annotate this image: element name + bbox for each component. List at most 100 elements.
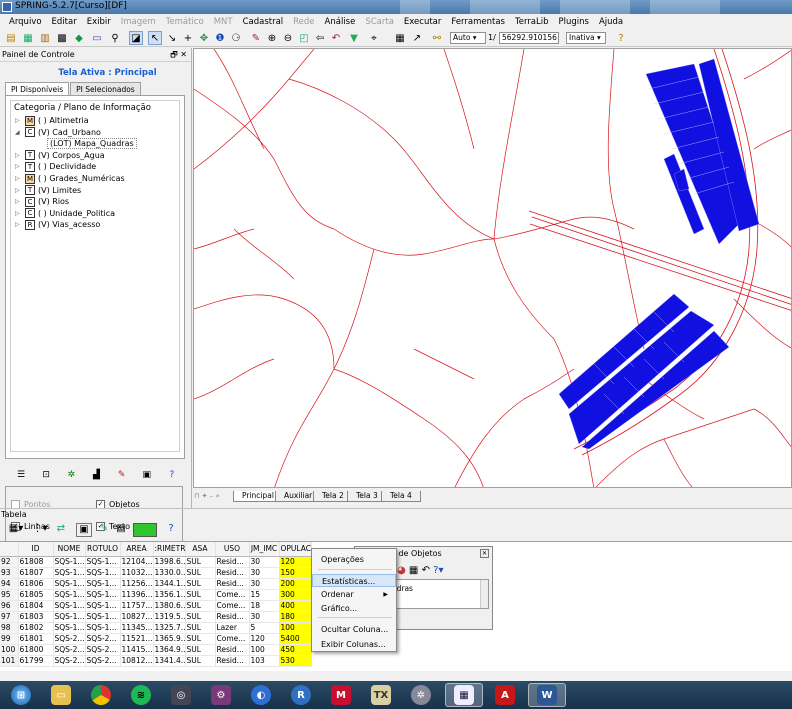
grid-view-icon[interactable]: ▣ [76, 523, 92, 537]
table-row[interactable]: 94 61806 SQS-1... SQS-1... 11256... 1344.1...… [0, 578, 312, 590]
menu-ajuda[interactable]: Ajuda [594, 17, 628, 27]
pen-icon[interactable]: ✎ [97, 523, 111, 537]
scale-input[interactable]: 56292.910156 [499, 32, 559, 44]
menu-terralib[interactable]: TerraLib [510, 17, 554, 27]
context-menu-item[interactable]: Operações [312, 553, 396, 566]
pointer-plus-icon[interactable]: ↗ [410, 31, 424, 45]
table-row[interactable]: 101 61799 SQS-2... SQS-2... 10812... 1341.4..… [0, 655, 312, 667]
zoom-out-icon[interactable]: ⊖ [281, 31, 295, 45]
link-icon[interactable]: ⚯ [430, 31, 444, 45]
tree-item[interactable]: ▷ M( ) Grades_Numéricas [15, 173, 125, 184]
properties-icon[interactable]: ▣ [140, 470, 154, 482]
scrollbar[interactable] [480, 580, 488, 608]
help-panel-icon[interactable]: ? [165, 470, 179, 482]
menu-rede[interactable]: Rede [288, 17, 319, 27]
eraser-icon[interactable]: ◆ [72, 31, 86, 45]
table-row[interactable]: 98 61802 SQS-1... SQS-1... 11345... 1325.7...… [0, 622, 312, 634]
column-header[interactable]: AREA [120, 542, 154, 557]
tree-item[interactable]: ◢ C (V) Cad_Urbano [15, 127, 101, 138]
table-icon[interactable]: ▦ [409, 565, 418, 576]
expand-icon[interactable]: ▷ [15, 163, 25, 170]
undo-icon[interactable]: ↶ [422, 565, 430, 576]
measure-icon[interactable]: ⚆ [229, 31, 243, 45]
chart-icon[interactable]: ▟ [89, 470, 103, 482]
panel-close-icon[interactable]: 🗗 ✕ [170, 48, 187, 62]
tool-icon[interactable]: ⚲ [108, 31, 122, 45]
tree-item[interactable]: ▷ C( ) Unidade_Politica [15, 208, 115, 219]
draw-mode-icon[interactable]: ◪ [129, 31, 143, 45]
scale-mode-select[interactable]: Auto ▾ [450, 32, 486, 44]
grid-icon[interactable]: ▩ [55, 31, 69, 45]
table-icon[interactable]: ▦ [393, 31, 407, 45]
database-icon[interactable]: ▤ [4, 31, 18, 45]
pan-icon[interactable]: ✥ [197, 31, 211, 45]
edit-icon[interactable]: ✎ [115, 470, 129, 482]
expand-icon[interactable]: ▷ [15, 175, 25, 182]
visual-icon[interactable]: ✲ [64, 470, 78, 482]
context-menu-item[interactable]: Gráfico... [312, 602, 396, 615]
tab-tela-4[interactable]: Tela 4 [381, 491, 421, 502]
expand-icon[interactable]: ▷ [15, 187, 25, 194]
table-row[interactable]: 99 61801 SQS-2... SQS-2... 11521... 1365.9...… [0, 633, 312, 645]
layers-icon[interactable]: ▥ [38, 31, 52, 45]
expand-icon[interactable]: ▷ [15, 198, 25, 205]
context-menu-item[interactable]: Ordenar ▶ [312, 588, 396, 601]
tree-item[interactable]: ▷ C (V) Rios [15, 196, 69, 207]
menu-mnt[interactable]: MNT [209, 17, 238, 27]
tree-item[interactable]: ▷ M( ) Altimetria [15, 115, 89, 126]
taskbar-acrobat[interactable]: A [486, 683, 524, 707]
tab-selected[interactable]: PI Selecionados [70, 82, 141, 96]
state-select[interactable]: Inativa ▾ [566, 32, 606, 44]
column-header[interactable]: USO [215, 542, 250, 557]
map-canvas[interactable] [193, 48, 792, 488]
swap-icon[interactable]: ⇄ [54, 523, 68, 537]
info-icon[interactable]: ❶ [213, 31, 227, 45]
menu-exibir[interactable]: Exibir [82, 17, 116, 27]
table-row[interactable]: 100 61800 SQS-2... SQS-2... 11415... 1364.9..… [0, 644, 312, 656]
table-options-icon[interactable]: ▦▾ [6, 523, 26, 537]
table-row[interactable]: 92 61808 SQS-1... SQS-1... 12104... 1398.6...… [0, 556, 312, 568]
undo-icon[interactable]: ↶ [329, 31, 343, 45]
taskbar-manager[interactable]: ✲ [402, 683, 440, 707]
context-menu-item[interactable]: Exibir Colunas... [312, 638, 396, 651]
expand-icon[interactable]: ▷ [15, 221, 25, 228]
taskbar-tex[interactable]: TX [362, 683, 400, 707]
table-row[interactable]: 95 61805 SQS-1... SQS-1... 11396... 1356.1...… [0, 589, 312, 601]
project-icon[interactable]: ▦ [21, 31, 35, 45]
columns-icon[interactable]: ⋮▾ [30, 523, 50, 537]
tab-available[interactable]: PI Disponíveis [5, 82, 70, 96]
taskbar-app[interactable]: ◎ [162, 683, 200, 707]
zoom-in-icon[interactable]: ⊕ [265, 31, 279, 45]
taskbar-mapper[interactable]: M [322, 683, 360, 707]
filter-icon[interactable]: ⌖ [367, 31, 381, 45]
tree-item[interactable]: ▷ R (V) Vias_acesso [15, 219, 100, 230]
layers-down-icon[interactable]: ▼ [347, 31, 361, 45]
tree-item[interactable]: (LOT) Mapa_Quadras [47, 138, 137, 150]
pie-icon[interactable]: ◕ [397, 565, 406, 576]
map-tab-nav[interactable]: ⊓ ✦ – » [194, 492, 220, 500]
pencil-icon[interactable]: ✎ [249, 31, 263, 45]
table-row[interactable]: 96 61804 SQS-1... SQS-1... 11757... 1380.6...… [0, 600, 312, 612]
color-select[interactable] [133, 523, 157, 537]
menu-executar[interactable]: Executar [399, 17, 446, 27]
column-header[interactable]: JM_IMC [249, 542, 280, 557]
tree-item[interactable]: ▷ T (V) Corpos_Agua [15, 150, 105, 161]
column-header[interactable]: NOME [53, 542, 86, 557]
back-icon[interactable]: ⇦ [313, 31, 327, 45]
taskbar-r[interactable]: R [282, 683, 320, 707]
column-header[interactable]: ASA [185, 542, 216, 557]
menu-editar[interactable]: Editar [47, 17, 82, 27]
info-cursor-icon[interactable]: ↘ [165, 31, 179, 45]
expand-icon[interactable]: ▷ [15, 117, 25, 124]
close-icon[interactable]: ✕ [480, 549, 489, 558]
menu-cadastral[interactable]: Cadastral [238, 17, 289, 27]
table-row[interactable]: 93 61807 SQS-1... SQS-1... 11032... 1330.0...… [0, 567, 312, 579]
tree-item[interactable]: ▷ T( ) Declividade [15, 161, 96, 172]
zoom-layer-icon[interactable]: ⊡ [39, 470, 53, 482]
table-help-icon[interactable]: ? [164, 523, 178, 537]
menu-arquivo[interactable]: Arquivo [4, 17, 47, 27]
menu-ferramentas[interactable]: Ferramentas [446, 17, 510, 27]
taskbar-spring[interactable]: ▦ [445, 683, 483, 707]
column-header[interactable]: OPULAC [279, 542, 312, 557]
taskbar-explorer[interactable]: ▭ [42, 683, 80, 707]
